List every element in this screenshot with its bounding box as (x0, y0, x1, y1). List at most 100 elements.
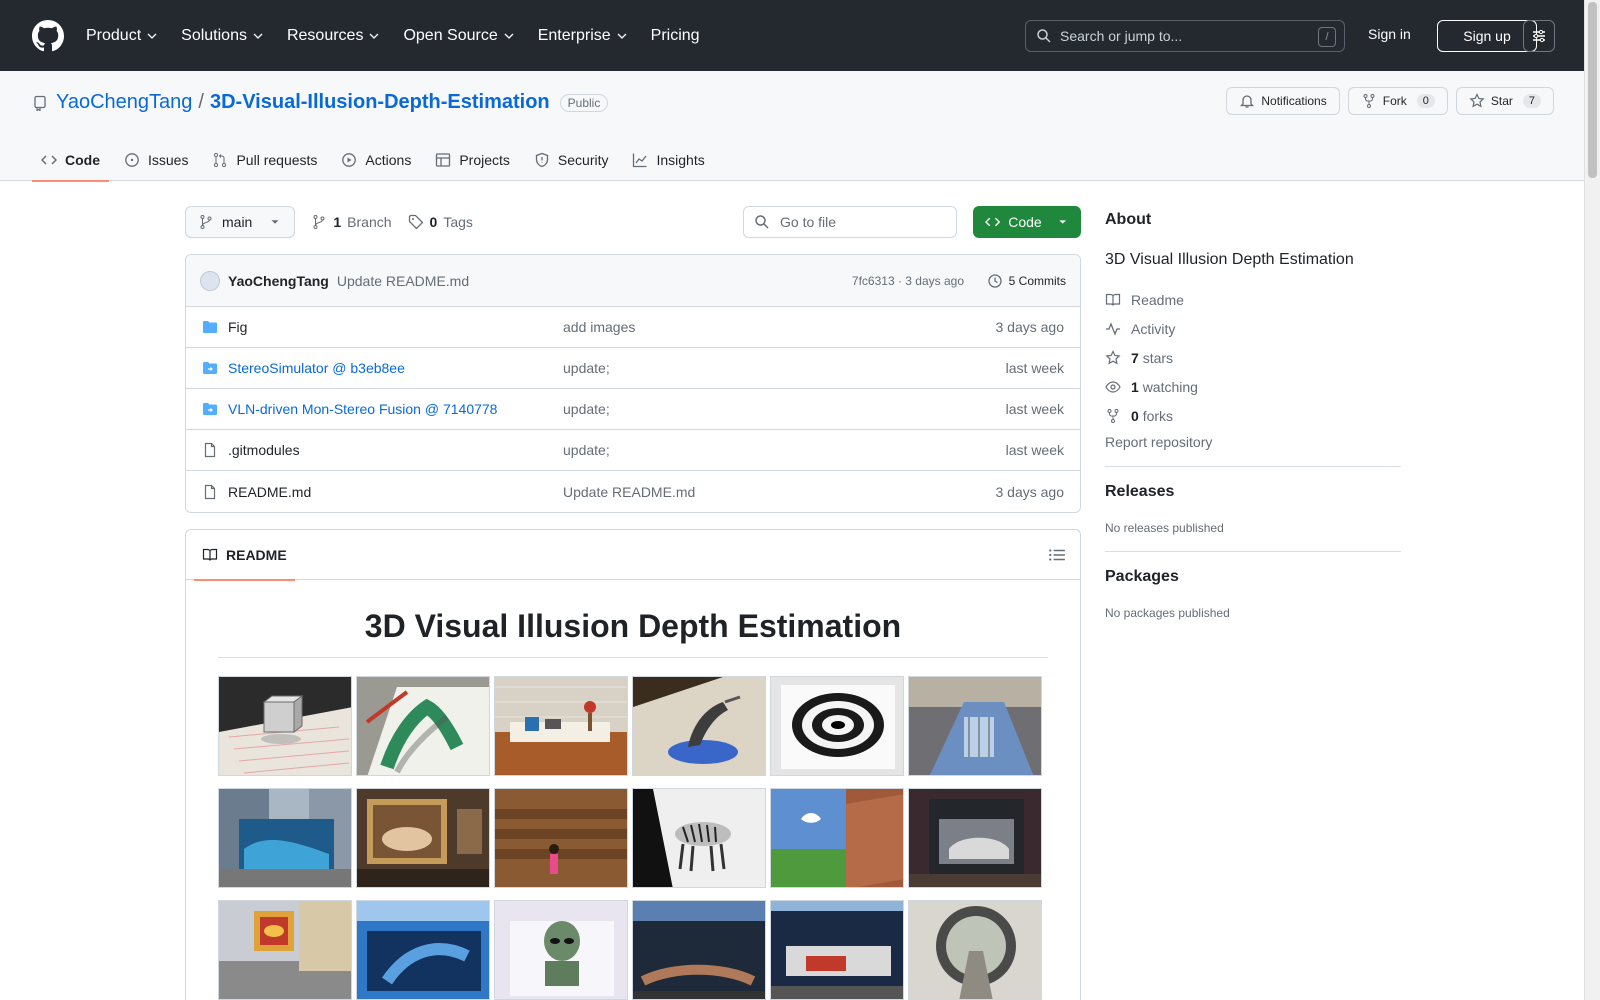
page-scrollbar[interactable] (1584, 0, 1600, 1000)
file-name[interactable]: README.md (228, 484, 563, 500)
gallery-image[interactable] (770, 676, 904, 776)
tab-projects[interactable]: Projects (426, 139, 519, 181)
forks-link[interactable]: 0 forks (1105, 401, 1401, 430)
search-shortcut-key: / (1318, 27, 1336, 47)
tab-code[interactable]: Code (32, 139, 109, 182)
notifications-button[interactable]: Notifications (1226, 87, 1340, 115)
gallery-image[interactable] (632, 788, 766, 888)
list-unordered-icon[interactable] (1048, 546, 1066, 564)
tab-issues[interactable]: Issues (115, 139, 197, 181)
readme-link[interactable]: Readme (1105, 285, 1401, 314)
branches-link[interactable]: 1 Branch (311, 214, 392, 230)
gallery-image[interactable] (494, 788, 628, 888)
file-name[interactable]: VLN-driven Mon-Stereo Fusion @ 7140778 (228, 401, 563, 417)
tab-label: Insights (656, 152, 705, 168)
gallery-image[interactable] (908, 900, 1042, 1000)
file-icon (204, 484, 216, 499)
file-row[interactable]: StereoSimulator @ b3eb8ee update; last w… (186, 348, 1080, 389)
file-commit-message[interactable]: update; (563, 360, 610, 376)
stars-link[interactable]: 7 stars (1105, 343, 1401, 372)
star-icon (1469, 93, 1485, 108)
go-to-file-input[interactable]: Go to file (743, 206, 957, 238)
releases-heading[interactable]: Releases (1105, 483, 1401, 501)
avatar[interactable] (200, 270, 220, 291)
sign-in-link[interactable]: Sign in (1368, 26, 1411, 42)
watching-link[interactable]: 1 watching (1105, 372, 1401, 401)
fork-button[interactable]: Fork 0 (1347, 87, 1448, 115)
repo-owner-link[interactable]: YaoChengTang (56, 91, 192, 114)
gallery-image[interactable] (494, 676, 628, 776)
scrollbar-thumb[interactable] (1588, 2, 1597, 178)
global-search-input[interactable]: Search or jump to... / (1025, 20, 1345, 52)
bell-icon (1240, 95, 1255, 108)
star-button[interactable]: Star 7 (1455, 87, 1554, 115)
commits-link[interactable]: 5 Commits (987, 273, 1066, 289)
tab-insights[interactable]: Insights (623, 139, 713, 181)
gallery-image[interactable] (770, 900, 904, 1000)
file-date: 3 days ago (995, 319, 1065, 335)
tab-pull-requests[interactable]: Pull requests (203, 139, 326, 181)
tab-label: Projects (459, 152, 510, 168)
about-heading: About (1105, 211, 1152, 228)
gallery-image[interactable] (632, 676, 766, 776)
commit-author-link[interactable]: YaoChengTang (228, 273, 329, 289)
sign-up-button[interactable]: Sign up (1437, 20, 1537, 52)
forks-label: forks (1142, 407, 1174, 424)
report-repository-link[interactable]: Report repository (1105, 434, 1401, 450)
gallery-image[interactable] (218, 788, 352, 888)
latest-commit: YaoChengTang Update README.md 7fc6313 · … (186, 255, 1080, 307)
nav-resources[interactable]: Resources (287, 27, 379, 45)
file-commit-message[interactable]: update; (563, 401, 610, 417)
nav-label: Enterprise (537, 26, 611, 44)
nav-solutions[interactable]: Solutions (181, 27, 263, 45)
repo-name-link[interactable]: 3D-Visual-Illusion-Depth-Estimation (210, 91, 550, 114)
file-date: last week (1005, 401, 1064, 417)
code-dropdown-button[interactable]: Code (973, 206, 1081, 238)
file-row[interactable]: .gitmodules update; last week (186, 430, 1080, 471)
readme-tab[interactable]: README (194, 530, 295, 581)
file-name[interactable]: Fig (228, 319, 563, 335)
file-date: 3 days ago (995, 483, 1065, 500)
commit-message-link[interactable]: Update README.md (337, 273, 469, 289)
gallery-image[interactable] (908, 788, 1042, 888)
nav-enterprise[interactable]: Enterprise (538, 27, 627, 45)
packages-heading[interactable]: Packages (1105, 568, 1401, 586)
tab-security[interactable]: Security (525, 139, 618, 181)
tags-count: 0 (429, 214, 438, 230)
branch-name: main (222, 214, 253, 230)
activity-link[interactable]: Activity (1105, 314, 1401, 343)
nav-label: Resources (286, 26, 364, 44)
nav-product[interactable]: Product (86, 27, 157, 45)
tags-link[interactable]: 0 Tags (408, 214, 473, 230)
code-icon (41, 155, 57, 165)
search-placeholder: Search or jump to... (1060, 28, 1183, 44)
nav-pricing[interactable]: Pricing (651, 27, 700, 45)
github-logo-icon[interactable] (32, 19, 64, 52)
menu-button[interactable] (1523, 20, 1555, 52)
illusion-gallery (218, 676, 1048, 1000)
gallery-image[interactable] (218, 676, 352, 776)
branch-selector[interactable]: main (185, 206, 296, 238)
file-commit-message[interactable]: Update README.md (563, 484, 695, 500)
readme-body: 3D Visual Illusion Depth Estimation (186, 580, 1080, 1000)
file-commit-message[interactable]: add images (563, 319, 635, 335)
gallery-image[interactable] (632, 900, 766, 1000)
gallery-image[interactable] (356, 900, 490, 1000)
file-name[interactable]: StereoSimulator @ b3eb8ee (228, 360, 563, 376)
tab-actions[interactable]: Actions (332, 139, 420, 181)
file-row[interactable]: README.md Update README.md 3 days ago (186, 471, 1080, 512)
global-header: Product Solutions Resources Open Source … (0, 0, 1584, 71)
shield-icon (535, 152, 549, 168)
file-row[interactable]: VLN-driven Mon-Stereo Fusion @ 7140778 u… (186, 389, 1080, 430)
file-name[interactable]: .gitmodules (228, 442, 563, 458)
gallery-image[interactable] (356, 788, 490, 888)
gallery-image[interactable] (356, 676, 490, 776)
gallery-image[interactable] (494, 900, 628, 1000)
gallery-image[interactable] (908, 676, 1042, 776)
commit-sha-time[interactable]: 7fc6313 · 3 days ago (852, 274, 964, 288)
file-commit-message[interactable]: update; (563, 442, 610, 458)
gallery-image[interactable] (218, 900, 352, 1000)
file-row[interactable]: Fig add images 3 days ago (186, 307, 1080, 348)
nav-open-source[interactable]: Open Source (403, 27, 514, 45)
gallery-image[interactable] (770, 788, 904, 888)
